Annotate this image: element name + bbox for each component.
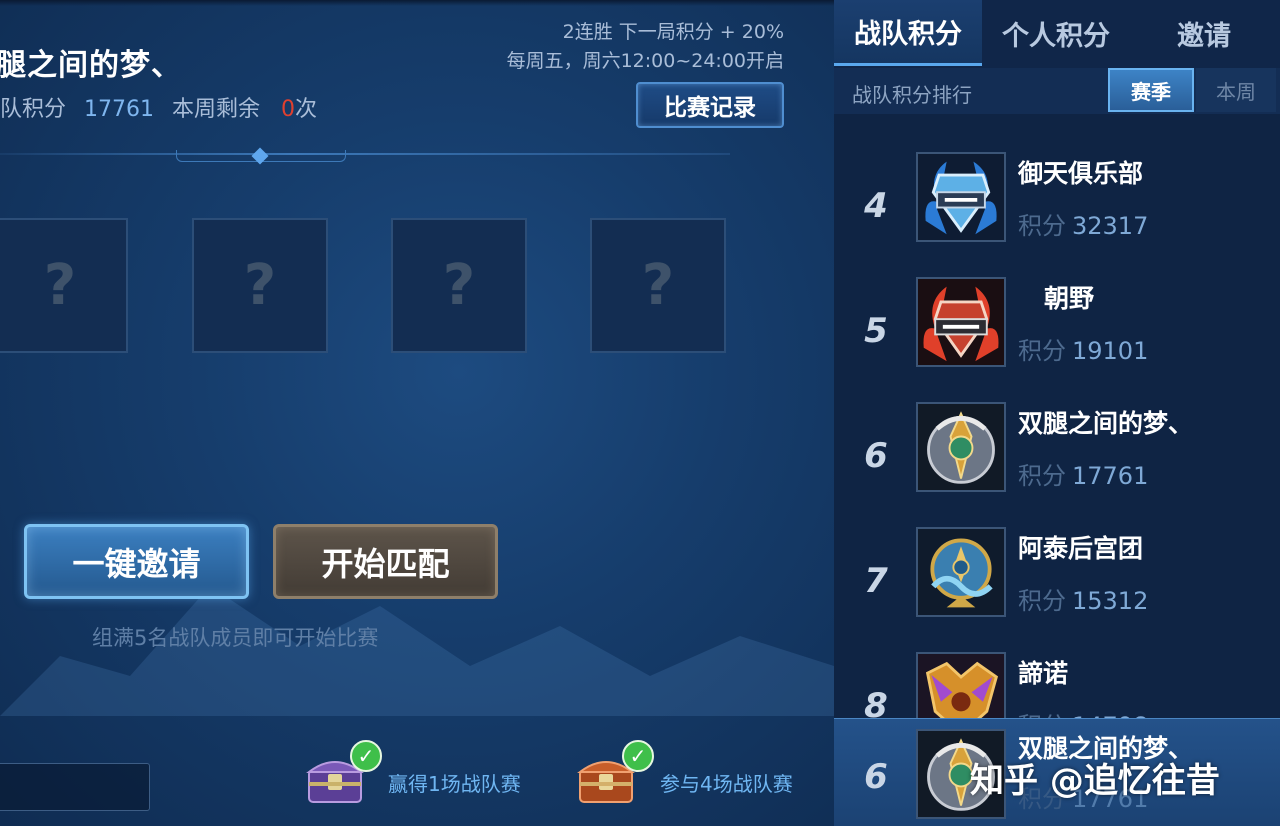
- team-name: 阿泰后宫团: [1018, 534, 1144, 563]
- own-team-row[interactable]: 6 双腿之间的梦、 积分 17761 知乎 @追忆往昔: [834, 718, 1280, 826]
- check-icon: ✓: [350, 740, 382, 772]
- member-slot-4[interactable]: ?: [590, 218, 726, 353]
- remain-label: 本周剩余: [172, 97, 261, 122]
- one-click-invite-button[interactable]: 一键邀请: [24, 524, 249, 599]
- task-join-four: 参与4场战队赛: [660, 772, 793, 796]
- question-mark-icon: ?: [641, 253, 675, 318]
- watermark: 知乎 @追忆往昔: [970, 761, 1220, 801]
- question-mark-icon: ?: [442, 253, 476, 318]
- rank-number: 6: [864, 757, 888, 797]
- leaderboard-panel: 战队积分 个人积分 邀请 战队积分排行 赛季 本周 4 御天俱乐部 积分 3231…: [834, 0, 1280, 826]
- ranking-row[interactable]: 4 御天俱乐部 积分 32317: [834, 152, 1280, 277]
- team-name: 朝野: [1044, 284, 1095, 313]
- ranking-row[interactable]: 6 双腿之间的梦、 积分 17761: [834, 402, 1280, 527]
- rank-number: 8: [864, 686, 888, 718]
- rank-number: 4: [864, 186, 888, 226]
- score-value: 15312: [1072, 587, 1149, 615]
- rank-number: 5: [864, 311, 888, 351]
- remain-unit: 次: [295, 97, 318, 122]
- start-match-button[interactable]: 开始匹配: [273, 524, 498, 599]
- leaderboard-tabs: 战队积分 个人积分 邀请: [834, 0, 1280, 68]
- score-value: 19101: [1072, 337, 1149, 365]
- ranking-row[interactable]: 7 阿泰后宫团 积分 15312: [834, 527, 1280, 652]
- member-slot-1[interactable]: ?: [0, 218, 128, 353]
- member-slot-2[interactable]: ?: [192, 218, 328, 353]
- remain-value: 0: [281, 97, 296, 122]
- red-flame-shield-icon: [916, 277, 1006, 367]
- tab-invite[interactable]: 邀请: [1130, 0, 1278, 66]
- team-name: 腿之间的梦、: [0, 48, 182, 83]
- tab-team-score[interactable]: 战队积分: [834, 0, 982, 66]
- match-record-button[interactable]: 比赛记录: [636, 82, 784, 128]
- rank-number: 7: [864, 561, 888, 601]
- member-slot-3[interactable]: ?: [391, 218, 527, 353]
- team-score-line: 队积分 17761 本周剩余 0次: [0, 91, 317, 123]
- score-value: 17761: [1072, 462, 1149, 490]
- dragon-head-icon: [916, 652, 1006, 718]
- week-toggle[interactable]: 本周: [1196, 68, 1276, 112]
- team-score: 积分 15312: [1018, 581, 1148, 616]
- score-label: 积分: [1018, 462, 1066, 490]
- season-toggle[interactable]: 赛季: [1108, 68, 1194, 112]
- ranking-list[interactable]: 4 御天俱乐部 积分 32317 5 朝野 积分 19101 6 双腿之间的梦、…: [834, 114, 1280, 718]
- team-score: 积分 32317: [1018, 206, 1148, 241]
- team-score: 积分14798: [1018, 706, 1148, 718]
- rank-number: 6: [864, 436, 888, 476]
- top-shade: [0, 0, 834, 6]
- team-name: 御天俱乐部: [1018, 159, 1144, 188]
- ranking-row[interactable]: 8 諦诺 积分14798: [834, 652, 1280, 718]
- ranking-subheader: 战队积分排行 赛季 本周: [834, 68, 1280, 114]
- team-score-label: 队积分: [0, 97, 67, 122]
- chat-input[interactable]: [0, 763, 150, 811]
- score-label: 积分: [1018, 587, 1066, 615]
- blue-flame-shield-icon: [916, 152, 1006, 242]
- team-size-hint: 组满5名战队成员即可开始比赛: [92, 626, 379, 650]
- tab-personal-score[interactable]: 个人积分: [982, 0, 1130, 66]
- wave-shield-icon: [916, 527, 1006, 617]
- score-label: 积分: [1018, 212, 1066, 240]
- score-label: 积分: [1018, 337, 1066, 365]
- check-icon: ✓: [622, 740, 654, 772]
- ranking-row[interactable]: 5 朝野 积分 19101: [834, 277, 1280, 402]
- team-name: 双腿之间的梦、: [1018, 409, 1194, 438]
- team-name: 諦诺: [1018, 659, 1069, 688]
- question-mark-icon: ?: [43, 253, 77, 318]
- win-streak-info: 2连胜 下一局积分 + 20%: [562, 21, 784, 43]
- team-battle-panel: 腿之间的梦、 队积分 17761 本周剩余 0次 2连胜 下一局积分 + 20% 每…: [0, 0, 834, 826]
- task-win-one: 赢得1场战队赛: [388, 772, 521, 796]
- question-mark-icon: ?: [243, 253, 277, 318]
- gold-helmet-icon: [916, 402, 1006, 492]
- ranking-title: 战队积分排行: [852, 83, 972, 107]
- team-score-value: 17761: [84, 97, 155, 122]
- team-score: 积分 17761: [1018, 456, 1148, 491]
- divider: [0, 153, 730, 155]
- schedule-info: 每周五，周六12:00~24:00开启: [506, 50, 784, 72]
- team-score: 积分 19101: [1018, 331, 1148, 366]
- score-value: 32317: [1072, 212, 1149, 240]
